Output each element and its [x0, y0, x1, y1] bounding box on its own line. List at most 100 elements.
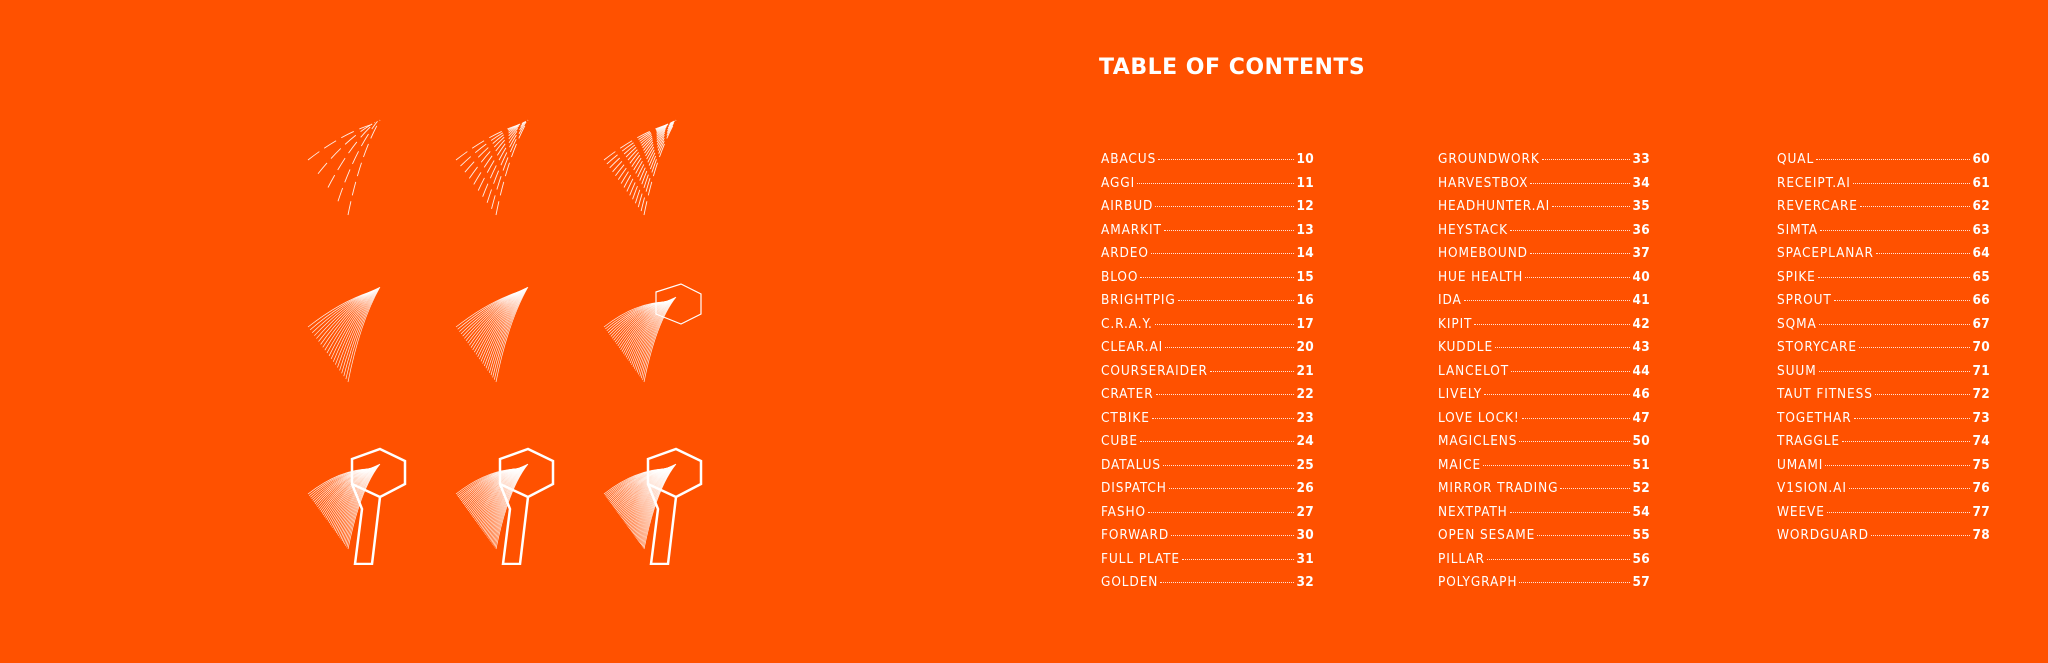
toc-entry[interactable]: NEXTPATH 54: [1438, 504, 1650, 528]
toc-entry[interactable]: BLOO 15: [1101, 269, 1314, 293]
toc-entry[interactable]: TOGETHAR 73: [1777, 410, 1990, 434]
toc-entry[interactable]: PILLAR 56: [1438, 551, 1650, 575]
toc-entry[interactable]: MIRROR TRADING 52: [1438, 480, 1650, 504]
dot-leader: [1139, 441, 1295, 442]
toc-entry[interactable]: SPROUT 66: [1777, 292, 1990, 316]
toc-entry[interactable]: COURSERAIDER 21: [1101, 363, 1314, 387]
toc-entry[interactable]: CRATER 22: [1101, 386, 1314, 410]
toc-entry-page-number: 16: [1296, 292, 1314, 308]
toc-entry-page-number: 44: [1632, 362, 1650, 379]
toc-entry[interactable]: IDA 41: [1438, 292, 1650, 316]
dot-leader: [1158, 159, 1295, 160]
toc-entry-name: PILLAR: [1438, 550, 1485, 567]
toc-entry-page-number: 37: [1632, 245, 1650, 261]
toc-entry[interactable]: STORYCARE 70: [1777, 339, 1990, 363]
toc-entry[interactable]: DISPATCH 26: [1101, 480, 1314, 504]
toc-column-2: GROUNDWORK 33 HARVESTBOX 34 HEADHUNTER.AI 35 H…: [1438, 151, 1650, 598]
toc-entry[interactable]: SPACEPLANAR 64: [1777, 245, 1990, 269]
toc-entry-name: CRATER: [1101, 386, 1154, 402]
toc-entry-page-number: 13: [1296, 221, 1314, 238]
toc-entry[interactable]: FASHO 27: [1101, 504, 1314, 528]
dot-leader: [1833, 300, 1971, 301]
toc-entry-page-number: 25: [1296, 456, 1314, 473]
toc-entry[interactable]: AMARKIT 13: [1101, 222, 1314, 246]
toc-entry[interactable]: CLEAR.AI 20: [1101, 339, 1314, 363]
toc-entry-name: WEEVE: [1777, 503, 1825, 520]
toc-entry-page-number: 62: [1972, 198, 1990, 214]
dot-leader: [1165, 347, 1295, 348]
toc-column-1: ABACUS 10 AGGI 11 AIRBUD 12 AMARKIT 13 ARDEO 14 BL…: [1101, 151, 1314, 598]
toc-entry[interactable]: HUE HEALTH 40: [1438, 269, 1650, 293]
dot-leader: [1209, 370, 1295, 372]
toc-entry[interactable]: OPEN SESAME 55: [1438, 527, 1650, 551]
toc-entry[interactable]: HOMEBOUND 37: [1438, 245, 1650, 269]
toc-entry-name: OPEN SESAME: [1438, 527, 1536, 543]
toc-entry[interactable]: GOLDEN 32: [1101, 574, 1314, 598]
toc-entry[interactable]: KIPIT 42: [1438, 316, 1650, 340]
toc-entry-page-number: 73: [1972, 409, 1990, 426]
toc-entry[interactable]: TRAGGLE 74: [1777, 433, 1990, 457]
dot-leader: [1163, 229, 1295, 231]
toc-entry[interactable]: POLYGRAPH 57: [1438, 574, 1650, 598]
toc-entry[interactable]: LOVE LOCK! 47: [1438, 410, 1650, 434]
logo-stage: [455, 119, 529, 216]
toc-entry[interactable]: HEADHUNTER.AI 35: [1438, 198, 1650, 222]
toc-entry-name: AGGI: [1101, 174, 1136, 191]
toc-entry[interactable]: HEYSTACK 36: [1438, 222, 1650, 246]
dot-leader: [1819, 229, 1971, 231]
toc-entry-name: LOVE LOCK!: [1438, 409, 1520, 426]
dot-leader: [1841, 441, 1971, 442]
toc-entry-page-number: 60: [1972, 151, 1990, 167]
toc-entry[interactable]: UMAMI 75: [1777, 457, 1990, 481]
toc-entry[interactable]: MAGICLENS 50: [1438, 433, 1650, 457]
toc-entry[interactable]: LANCELOT 44: [1438, 363, 1650, 387]
toc-entry[interactable]: SPIKE 65: [1777, 269, 1990, 293]
dot-leader: [1530, 182, 1631, 184]
toc-entry[interactable]: ABACUS 10: [1101, 151, 1314, 175]
page-title: TABLE OF CONTENTS: [1099, 55, 1366, 80]
toc-entry[interactable]: RECEIPT.AI 61: [1777, 175, 1990, 199]
toc-entry-page-number: 15: [1296, 268, 1314, 285]
toc-entry[interactable]: HARVESTBOX 34: [1438, 175, 1650, 199]
toc-entry-name: MAGICLENS: [1438, 433, 1518, 449]
logo-stage: [603, 283, 702, 383]
toc-entry[interactable]: C.R.A.Y. 17: [1101, 316, 1314, 340]
toc-entry-page-number: 75: [1972, 456, 1990, 473]
toc-entry-page-number: 27: [1296, 503, 1314, 520]
toc-entry-name: DATALUS: [1101, 456, 1162, 473]
toc-entry[interactable]: AGGI 11: [1101, 175, 1314, 199]
toc-entry-name: CTBIKE: [1101, 409, 1150, 426]
toc-entry-name: KUDDLE: [1438, 339, 1494, 355]
toc-entry-page-number: 46: [1632, 386, 1650, 402]
toc-entry[interactable]: GROUNDWORK 33: [1438, 151, 1650, 175]
toc-entry[interactable]: DATALUS 25: [1101, 457, 1314, 481]
toc-entry[interactable]: CTBIKE 23: [1101, 410, 1314, 434]
toc-entry[interactable]: WORDGUARD 78: [1777, 527, 1990, 551]
toc-entry[interactable]: FORWARD 30: [1101, 527, 1314, 551]
toc-entry[interactable]: LIVELY 46: [1438, 386, 1650, 410]
toc-entry[interactable]: SIMTA 63: [1777, 222, 1990, 246]
toc-entry-page-number: 76: [1972, 480, 1990, 496]
toc-entry-name: AMARKIT: [1101, 221, 1162, 238]
dot-leader: [1874, 394, 1971, 395]
toc-entry[interactable]: BRIGHTPIG 16: [1101, 292, 1314, 316]
dot-leader: [1818, 323, 1971, 325]
toc-entry[interactable]: FULL PLATE 31: [1101, 551, 1314, 575]
toc-entry-name: HUE HEALTH: [1438, 268, 1524, 285]
toc-entry[interactable]: V1SION.AI 76: [1777, 480, 1990, 504]
toc-entry[interactable]: WEEVE 77: [1777, 504, 1990, 528]
toc-entry[interactable]: CUBE 24: [1101, 433, 1314, 457]
toc-entry[interactable]: QUAL 60: [1777, 151, 1990, 175]
toc-entry[interactable]: AIRBUD 12: [1101, 198, 1314, 222]
toc-entry[interactable]: REVERCARE 62: [1777, 198, 1990, 222]
toc-entry-page-number: 21: [1296, 362, 1314, 379]
toc-entry[interactable]: KUDDLE 43: [1438, 339, 1650, 363]
toc-entry[interactable]: SQMA 67: [1777, 316, 1990, 340]
toc-entry-name: FORWARD: [1101, 527, 1170, 543]
toc-entry-name: MIRROR TRADING: [1438, 480, 1559, 496]
toc-entry[interactable]: ARDEO 14: [1101, 245, 1314, 269]
toc-entry[interactable]: TAUT FITNESS 72: [1777, 386, 1990, 410]
toc-entry-name: HARVESTBOX: [1438, 174, 1529, 191]
toc-entry[interactable]: SUUM 71: [1777, 363, 1990, 387]
toc-entry[interactable]: MAICE 51: [1438, 457, 1650, 481]
